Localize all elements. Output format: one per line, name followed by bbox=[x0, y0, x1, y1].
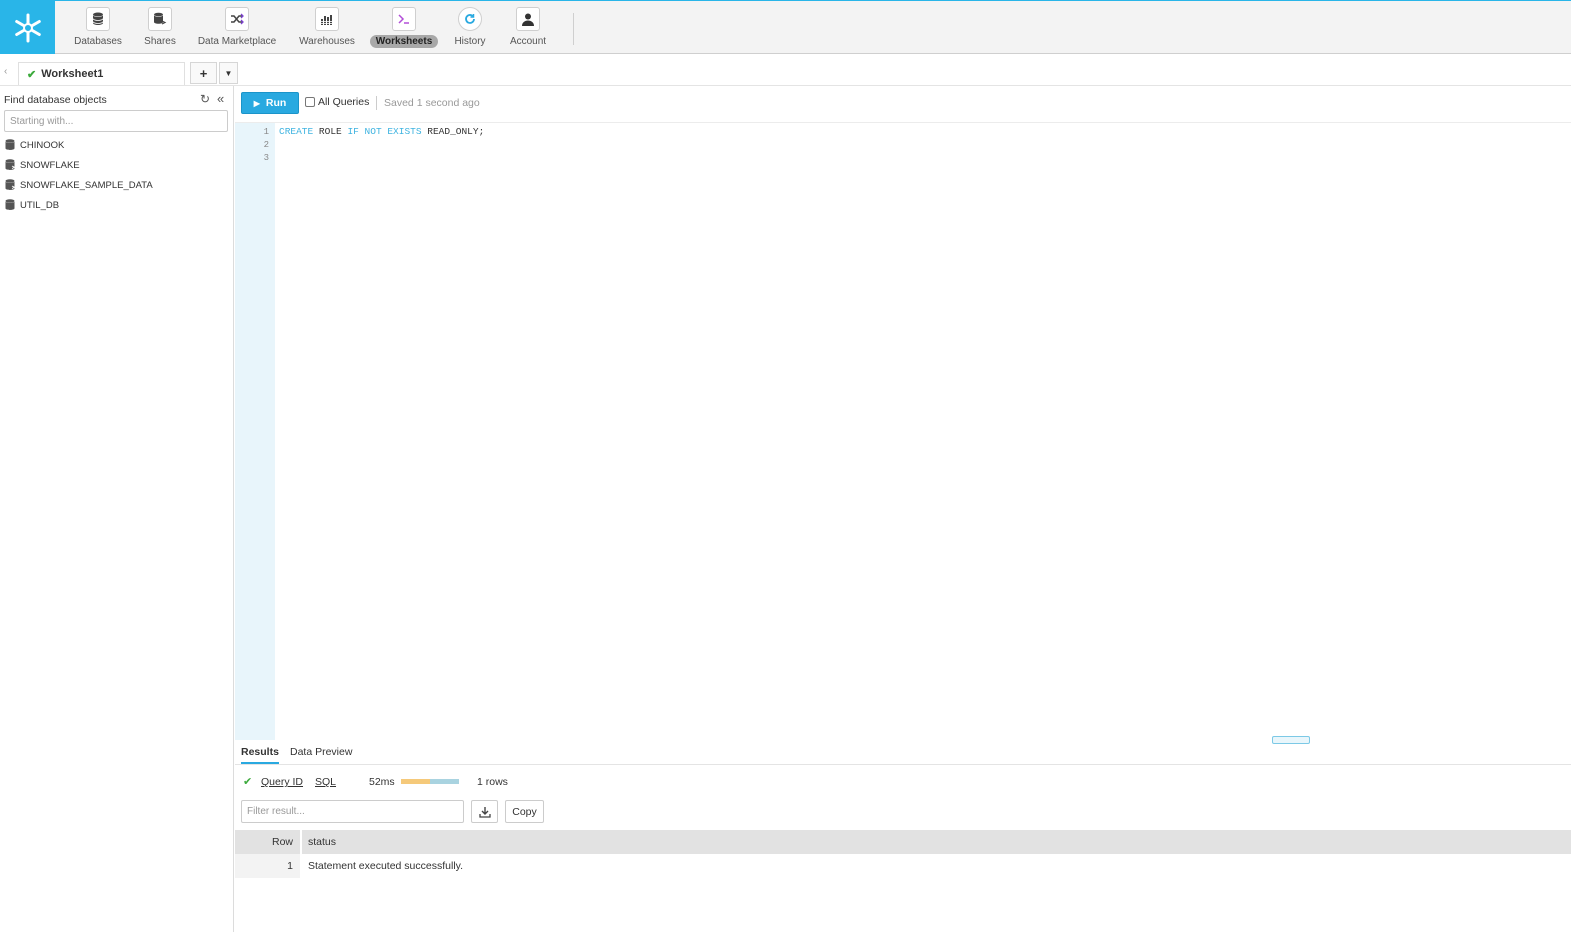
database-icon bbox=[86, 7, 110, 31]
user-icon bbox=[516, 7, 540, 31]
checkbox-icon[interactable] bbox=[305, 97, 315, 107]
tab-data-preview[interactable]: Data Preview bbox=[290, 746, 352, 762]
sql-keyword: CREATE bbox=[279, 126, 314, 137]
shared-database-icon bbox=[5, 179, 15, 190]
filter-result-input[interactable] bbox=[241, 800, 464, 823]
column-divider bbox=[300, 830, 302, 854]
all-queries-label: All Queries bbox=[318, 96, 370, 108]
sql-link[interactable]: SQL bbox=[315, 776, 336, 788]
shared-database-icon bbox=[5, 159, 15, 170]
editor-gutter bbox=[235, 123, 275, 740]
nav-label: Worksheets bbox=[369, 35, 439, 48]
database-icon bbox=[5, 199, 15, 210]
warehouse-icon bbox=[315, 7, 339, 31]
status-cell[interactable]: Statement executed successfully. bbox=[308, 854, 463, 878]
marketplace-icon bbox=[225, 7, 249, 31]
nav-label: Data Marketplace bbox=[197, 36, 277, 47]
row-count: 1 rows bbox=[477, 776, 508, 788]
worksheet-tab-strip: ‹ ✔ Worksheet1 + ▼ bbox=[0, 54, 1571, 86]
terminal-icon bbox=[392, 7, 416, 31]
sql-text: READ_ONLY; bbox=[421, 126, 485, 137]
nav-label: Account bbox=[509, 36, 547, 47]
sql-text: ROLE bbox=[313, 126, 348, 137]
toolbar-divider-line bbox=[235, 122, 1571, 123]
database-icon bbox=[5, 139, 15, 150]
nav-history[interactable]: History bbox=[450, 1, 490, 54]
download-icon bbox=[478, 806, 491, 818]
database-item-util-db[interactable]: UTIL_DB bbox=[5, 197, 59, 213]
results-tabs: Results Data Preview bbox=[235, 740, 1571, 765]
row-number-cell: 1 bbox=[287, 860, 293, 872]
object-search-input[interactable] bbox=[4, 110, 228, 132]
nav-label: Shares bbox=[144, 36, 176, 47]
run-button[interactable]: ▶ Run bbox=[241, 92, 299, 114]
run-label: Run bbox=[265, 97, 287, 109]
column-header-status[interactable]: status bbox=[308, 830, 336, 854]
nav-label: Warehouses bbox=[299, 36, 355, 47]
query-duration: 52ms bbox=[369, 776, 395, 788]
nav-label: Databases bbox=[74, 36, 122, 47]
caret-down-icon: ▼ bbox=[224, 68, 233, 78]
nav-warehouses[interactable]: Warehouses bbox=[296, 1, 358, 54]
database-name: SNOWFLAKE bbox=[20, 159, 80, 171]
worksheet-menu-button[interactable]: ▼ bbox=[219, 62, 238, 84]
duration-bar-compile bbox=[401, 779, 430, 784]
check-icon: ✔ bbox=[27, 68, 37, 81]
duration-bar-execute bbox=[430, 779, 459, 784]
tab-worksheet1[interactable]: ✔ Worksheet1 bbox=[18, 62, 185, 85]
database-item-snowflake[interactable]: SNOWFLAKE bbox=[5, 157, 80, 173]
nav-shares[interactable]: Shares bbox=[140, 1, 180, 54]
tab-label: Worksheet1 bbox=[41, 68, 104, 80]
play-icon: ▶ bbox=[253, 98, 260, 108]
toolbar-divider bbox=[376, 96, 377, 110]
sql-editor[interactable]: CREATE ROLE IF NOT EXISTS READ_ONLY; bbox=[279, 126, 484, 137]
collapse-sidebar-icon[interactable]: « bbox=[217, 91, 224, 106]
results-grid-header bbox=[235, 830, 1571, 854]
column-header-row[interactable]: Row bbox=[235, 830, 299, 854]
snowflake-logo-icon[interactable] bbox=[0, 1, 55, 54]
tab-results[interactable]: Results bbox=[241, 746, 279, 764]
nav-worksheets[interactable]: Worksheets bbox=[369, 1, 439, 54]
nav-databases[interactable]: Databases bbox=[72, 1, 124, 54]
query-id-link[interactable]: Query ID bbox=[261, 776, 303, 788]
chevron-left-icon[interactable]: ‹ bbox=[4, 66, 7, 77]
nav-account[interactable]: Account bbox=[505, 1, 551, 54]
line-number: 1 bbox=[263, 127, 269, 137]
database-name: UTIL_DB bbox=[20, 199, 60, 211]
download-button[interactable] bbox=[471, 800, 498, 823]
shares-icon bbox=[148, 7, 172, 31]
line-number: 2 bbox=[263, 140, 269, 150]
nav-label: History bbox=[454, 36, 486, 47]
history-icon bbox=[458, 7, 482, 31]
save-status: Saved 1 second ago bbox=[384, 97, 480, 109]
database-name: CHINOOK bbox=[20, 139, 65, 151]
add-worksheet-button[interactable]: + bbox=[190, 62, 217, 84]
all-queries-checkbox[interactable]: All Queries bbox=[305, 96, 369, 108]
success-check-icon: ✔ bbox=[243, 776, 253, 788]
copy-button[interactable]: Copy bbox=[505, 800, 544, 823]
refresh-icon[interactable]: ↻ bbox=[200, 92, 210, 106]
nav-divider bbox=[573, 13, 574, 45]
sql-keyword: IF NOT EXISTS bbox=[347, 126, 422, 137]
database-item-chinook[interactable]: CHINOOK bbox=[5, 137, 64, 153]
database-name: SNOWFLAKE_SAMPLE_DATA bbox=[20, 179, 153, 191]
sidebar-title: Find database objects bbox=[4, 94, 107, 106]
object-browser-sidebar: Find database objects ↻ « CHINOOK SNOWFL… bbox=[0, 86, 234, 932]
line-number: 3 bbox=[263, 153, 269, 163]
database-item-snowflake-sample-data[interactable]: SNOWFLAKE_SAMPLE_DATA bbox=[5, 177, 153, 193]
nav-data-marketplace[interactable]: Data Marketplace bbox=[194, 1, 280, 54]
plus-icon: + bbox=[199, 65, 208, 81]
duration-bar bbox=[401, 779, 459, 784]
top-navigation: Databases Shares Data Marketplace Wareho… bbox=[0, 0, 1571, 54]
